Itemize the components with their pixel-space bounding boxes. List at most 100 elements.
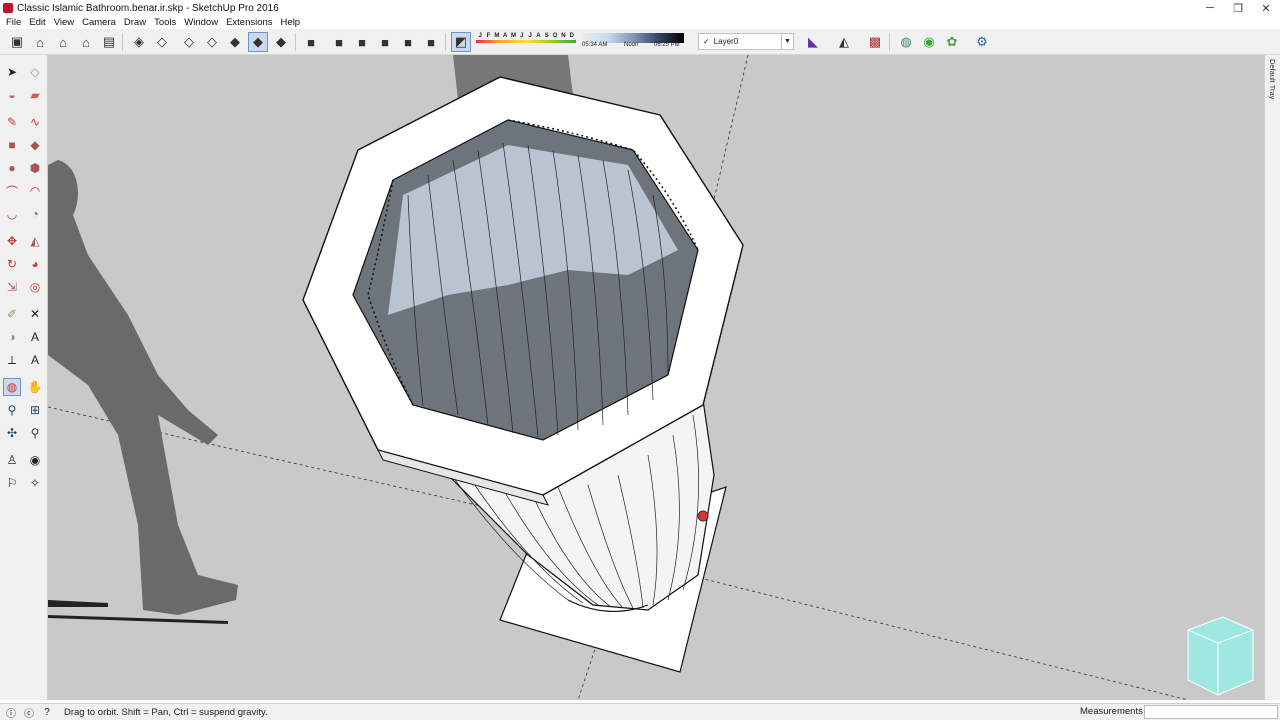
pie-icon[interactable]: ◔: [26, 205, 44, 223]
menu-edit[interactable]: Edit: [25, 17, 49, 28]
hidden-line-icon[interactable]: ◇: [202, 32, 222, 52]
menu-tools[interactable]: Tools: [150, 17, 180, 28]
protractor-icon[interactable]: ◑: [3, 328, 21, 346]
front-view-icon[interactable]: ■: [352, 32, 372, 52]
dimension-icon[interactable]: ✕: [26, 305, 44, 323]
rotated-rectangle-icon[interactable]: ◆: [26, 136, 44, 154]
measurements-input[interactable]: [1144, 705, 1278, 719]
back-view-icon[interactable]: ■: [398, 32, 418, 52]
menu-file[interactable]: File: [2, 17, 25, 28]
layer-dropdown[interactable]: ✓ Layer0 ▼: [698, 33, 794, 50]
move-icon[interactable]: ✥: [3, 232, 21, 250]
mirror-icon[interactable]: ◭: [834, 32, 854, 52]
two-point-arc-icon[interactable]: ◠: [26, 182, 44, 200]
freehand-icon[interactable]: ∿: [26, 113, 44, 131]
default-tray[interactable]: Default Tray: [1264, 55, 1280, 700]
time-end-label: 06:25 PM: [654, 42, 680, 48]
time-start-label: 05:34 AM: [582, 42, 608, 48]
measurements-label: Measurements: [1080, 706, 1143, 717]
select-icon[interactable]: ➤: [3, 63, 21, 81]
walk-icon[interactable]: ⚐: [3, 474, 21, 492]
component-icon[interactable]: ▣: [7, 32, 27, 52]
three-point-arc-icon[interactable]: ◡: [3, 205, 21, 223]
menu-camera[interactable]: Camera: [78, 17, 120, 28]
iso-view-icon[interactable]: ■: [301, 32, 321, 52]
house-icon[interactable]: ⌂: [76, 32, 96, 52]
warehouse-icon[interactable]: ⌂: [53, 32, 73, 52]
red-axis-line: [687, 574, 1189, 700]
offset-icon[interactable]: ◎: [26, 278, 44, 296]
home-view-icon[interactable]: ⌂: [30, 32, 50, 52]
orbit-icon[interactable]: ◍: [3, 378, 21, 396]
solid-tools-icon[interactable]: ▩: [865, 32, 885, 52]
make-component-icon[interactable]: ◇: [26, 63, 44, 81]
shadow-settings: J F M A M J J A S O N D 05:34 AM Noon 06…: [476, 33, 684, 51]
back-edges-icon[interactable]: ◇: [152, 32, 172, 52]
geo-location-icon[interactable]: ⓘ: [4, 705, 18, 720]
previous-view-icon[interactable]: ⚲: [26, 424, 44, 442]
plugin-icon[interactable]: ⚙: [972, 32, 992, 52]
help-icon[interactable]: ?: [40, 705, 54, 719]
extension-warehouse-icon[interactable]: ▤: [99, 32, 119, 52]
rectangle-icon[interactable]: ■: [3, 136, 21, 154]
tape-measure-icon[interactable]: ✐: [3, 305, 21, 323]
left-view-icon[interactable]: ■: [421, 32, 441, 52]
title-bar: Classic Islamic Bathroom.benar.ir.skp - …: [0, 0, 1280, 16]
ground-edge: [48, 600, 108, 607]
eraser-icon[interactable]: ▰: [26, 86, 44, 104]
position-camera-icon[interactable]: ♙: [3, 451, 21, 469]
zoom-extents-icon[interactable]: ✣: [3, 424, 21, 442]
sandbox-icon[interactable]: ◍: [896, 32, 916, 52]
window-controls: ─ ❐ ✕: [1196, 0, 1280, 16]
monochrome-icon[interactable]: ◆: [271, 32, 291, 52]
shaded-icon[interactable]: ◆: [225, 32, 245, 52]
minimize-button[interactable]: ─: [1196, 0, 1224, 16]
follow-me-icon[interactable]: ◕: [26, 255, 44, 273]
toolbar-separator: [122, 33, 123, 51]
view-cube-icon[interactable]: [1187, 616, 1254, 696]
shadows-toggle-icon[interactable]: ◩: [451, 32, 471, 52]
arc-icon[interactable]: ⌒: [3, 182, 21, 200]
shaded-textures-icon[interactable]: ◆: [248, 32, 268, 52]
menu-extensions[interactable]: Extensions: [222, 17, 276, 28]
wireframe-icon[interactable]: ◇: [179, 32, 199, 52]
text-icon[interactable]: A: [26, 328, 44, 346]
line-icon[interactable]: ✎: [3, 113, 21, 131]
maximize-button[interactable]: ❐: [1224, 0, 1252, 16]
polygon-icon[interactable]: ⬢: [26, 159, 44, 177]
model-viewport[interactable]: [48, 55, 1264, 700]
menu-help[interactable]: Help: [277, 17, 305, 28]
terrain-icon[interactable]: ✿: [942, 32, 962, 52]
layer-name: Layer0: [713, 37, 739, 46]
scene-canvas[interactable]: [48, 55, 1264, 700]
menu-bar: File Edit View Camera Draw Tools Window …: [0, 16, 1280, 29]
menu-window[interactable]: Window: [180, 17, 222, 28]
tool-palette: ➤ ◇ ◒ ▰ ✎ ∿ ■ ◆ ● ⬢ ⌒ ◠ ◡ ◔ ✥ ◭ ↻ ◕ ⇲ ◎ …: [0, 55, 48, 700]
3d-text-icon[interactable]: A: [26, 351, 44, 369]
paint-bucket-icon[interactable]: ◒: [3, 86, 21, 104]
chevron-down-icon[interactable]: ▼: [781, 34, 793, 49]
ground-edge: [48, 615, 228, 624]
axes-icon[interactable]: ⟂: [3, 351, 21, 369]
person-shadow: [48, 160, 238, 615]
zoom-icon[interactable]: ⚲: [3, 401, 21, 419]
zoom-window-icon[interactable]: ⊞: [26, 401, 44, 419]
push-pull-icon[interactable]: ◭: [26, 232, 44, 250]
menu-view[interactable]: View: [50, 17, 78, 28]
look-around-icon[interactable]: ◉: [26, 451, 44, 469]
menu-draw[interactable]: Draw: [120, 17, 150, 28]
credits-icon[interactable]: ⓒ: [22, 705, 36, 720]
location-icon[interactable]: ◉: [919, 32, 939, 52]
rotate-icon[interactable]: ↻: [3, 255, 21, 273]
toolbar-separator: [295, 33, 296, 51]
pan-icon[interactable]: ✋: [26, 378, 44, 396]
xray-style-icon[interactable]: ◈: [129, 32, 149, 52]
section-plane-icon[interactable]: ◣: [803, 32, 823, 52]
toolbar-separator: [889, 33, 890, 51]
circle-icon[interactable]: ●: [3, 159, 21, 177]
top-view-icon[interactable]: ■: [329, 32, 349, 52]
scale-icon[interactable]: ⇲: [3, 278, 21, 296]
section-icon[interactable]: ✧: [26, 474, 44, 492]
close-button[interactable]: ✕: [1252, 0, 1280, 16]
right-view-icon[interactable]: ■: [375, 32, 395, 52]
